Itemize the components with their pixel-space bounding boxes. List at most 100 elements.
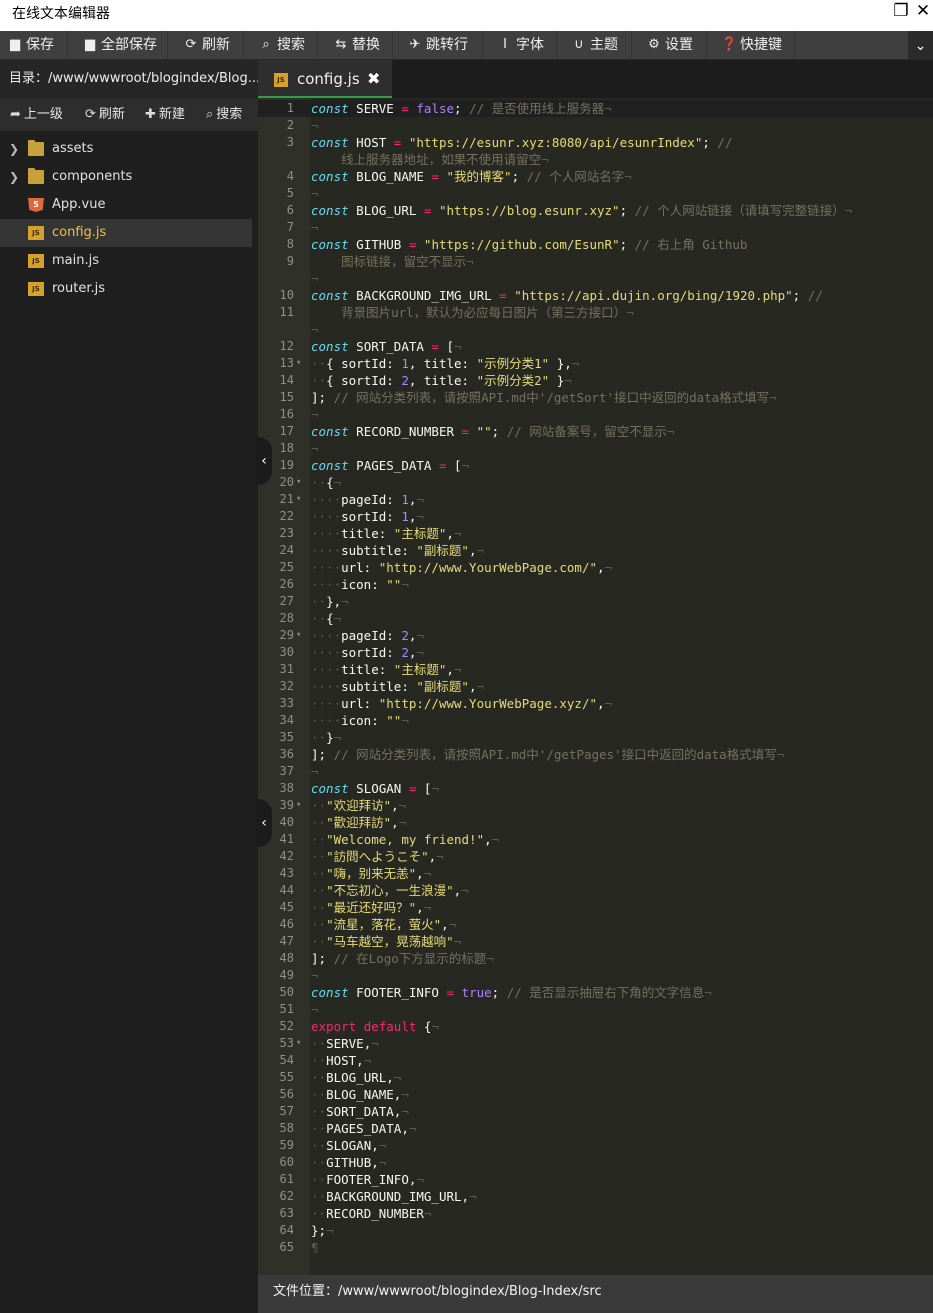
code-line[interactable]: 15]; // 网站分类列表，请按照API.md中'/getSort'接口中返回… [258,389,933,406]
tree-item-assets[interactable]: ❯ assets [0,135,252,163]
close-tab-icon[interactable]: ✖ [367,69,380,88]
code-line[interactable]: 34 ····icon: ""¬ [258,712,933,729]
code-line[interactable]: 23 ····title: "主标题",¬ [258,525,933,542]
code-line[interactable]: 54 ··HOST,¬ [258,1052,933,1069]
chevron-right-icon[interactable]: ❯ [9,163,19,191]
code-line[interactable]: 41 ··"Welcome, my friend!",¬ [258,831,933,848]
code-line[interactable]: 19 const PAGES_DATA = [¬ [258,457,933,474]
collapse-sidebar-handle[interactable]: ‹ [256,437,272,485]
close-icon[interactable]: ✕ [914,2,932,22]
code-line[interactable]: 29 ▾ ····pageId: 2,¬ [258,627,933,644]
code-line[interactable]: 10 const BACKGROUND_IMG_URL = "https://ap… [258,287,933,304]
code-line[interactable]: 26 ····icon: ""¬ [258,576,933,593]
search-button[interactable]: ⌕ 搜索 [244,31,318,59]
code-line[interactable]: 40 ··"歡迎拜訪",¬ [258,814,933,831]
code-line[interactable]: 22 ····sortId: 1,¬ [258,508,933,525]
code-line[interactable]: 39 ▾ ··"欢迎拜访",¬ [258,797,933,814]
code-line[interactable]: 33 ····url: "http://www.YourWebPage.xyz/"… [258,695,933,712]
code-line[interactable]: 56 ··BLOG_NAME,¬ [258,1086,933,1103]
code-line[interactable]: 61 ··FOOTER_INFO,¬ [258,1171,933,1188]
code-line[interactable]: 7 ¬ [258,219,933,236]
code-line[interactable]: 2 ¬ [258,117,933,134]
code-line[interactable]: 31 ····title: "主标题",¬ [258,661,933,678]
code-line[interactable]: 49 ¬ [258,967,933,984]
code-line[interactable]: 6 const BLOG_URL = "https://blog.esunr.xy… [258,202,933,219]
code-line[interactable]: 37 ¬ [258,763,933,780]
tree-item-config-js[interactable]: JS config.js [0,219,252,247]
code-line[interactable]: 46 ··"流星，落花，萤火",¬ [258,916,933,933]
fold-toggle-icon[interactable]: ▾ [296,797,301,814]
code-line[interactable]: 12 const SORT_DATA = [¬ [258,338,933,355]
tree-item-main-js[interactable]: JS main.js [0,247,252,275]
up-level-button[interactable]: ➦ 上一级 [10,98,63,131]
code-line[interactable]: 5 ¬ [258,185,933,202]
code-line[interactable]: 27 ··},¬ [258,593,933,610]
settings-button[interactable]: ⚙ 设置 [632,31,707,59]
fold-toggle-icon[interactable]: ▾ [296,1035,301,1052]
code-line[interactable]: 1 const SERVE = false; // 是否使用线上服务器¬ [258,100,933,117]
code-line[interactable]: 16 ¬ [258,406,933,423]
code-line[interactable]: 53 ▾ ··SERVE,¬ [258,1035,933,1052]
code-line[interactable]: 48]; // 在Logo下方显示的标题¬ [258,950,933,967]
code-line[interactable]: 60 ··GITHUB,¬ [258,1154,933,1171]
code-line[interactable]: 51 ¬ [258,1001,933,1018]
code-line[interactable]: 65 ¶ [258,1239,933,1256]
code-line[interactable]: 线上服务器地址，如果不使用请留空¬ [258,151,933,168]
code-line[interactable]: 57 ··SORT_DATA,¬ [258,1103,933,1120]
code-line[interactable]: 64};¬ [258,1222,933,1239]
code-line[interactable]: 32 ····subtitle: "副标题",¬ [258,678,933,695]
chevron-down-icon[interactable]: ⌄ [908,31,933,60]
refresh-button[interactable]: ⟳ 刷新 [168,31,244,59]
shortcut-button[interactable]: ❓ 快捷键 [707,31,795,59]
code-line[interactable]: 17 const RECORD_NUMBER = ""; // 网站备案号，留空不… [258,423,933,440]
sidebar-refresh-button[interactable]: ⟳ 刷新 [85,98,125,131]
code-line[interactable]: 55 ··BLOG_URL,¬ [258,1069,933,1086]
code-line[interactable]: 21 ▾ ····pageId: 1,¬ [258,491,933,508]
code-line[interactable]: ¬ [258,270,933,287]
code-line[interactable]: 42 ··"訪問へようこそ",¬ [258,848,933,865]
code-line[interactable]: 8 const GITHUB = "https://github.com/Esun… [258,236,933,253]
code-line[interactable]: 58 ··PAGES_DATA,¬ [258,1120,933,1137]
collapse-sidebar-handle-lower[interactable]: ‹ [256,799,272,847]
code-line[interactable]: 30 ····sortId: 2,¬ [258,644,933,661]
jump-line-button[interactable]: ✈ 跳转行 [393,31,483,59]
code-line[interactable]: 11 背景图片url，默认为必应每日图片（第三方接口）¬ [258,304,933,321]
code-line[interactable]: 20 ▾ ··{¬ [258,474,933,491]
save-all-button[interactable]: ▆ 全部保存 [68,31,168,59]
code-line[interactable]: 63 ··RECORD_NUMBER¬ [258,1205,933,1222]
code-editor[interactable]: 1 const SERVE = false; // 是否使用线上服务器¬ 2 ¬ 3 co… [258,98,933,1275]
code-line[interactable]: 35 ··}¬ [258,729,933,746]
code-line[interactable]: 4 const BLOG_NAME = "我的博客"; // 个人网站名字¬ [258,168,933,185]
code-line[interactable]: 25 ····url: "http://www.YourWebPage.com/"… [258,559,933,576]
code-line[interactable]: 47 ··"马车越空，晃荡越响"¬ [258,933,933,950]
new-file-button[interactable]: ✚ 新建 [145,98,185,131]
code-line[interactable]: 52 export default {¬ [258,1018,933,1035]
theme-button[interactable]: ∪ 主题 [557,31,632,59]
code-line[interactable]: 28 ··{¬ [258,610,933,627]
code-line[interactable]: 24 ····subtitle: "副标题",¬ [258,542,933,559]
code-line[interactable]: 59 ··SLOGAN,¬ [258,1137,933,1154]
fold-toggle-icon[interactable]: ▾ [296,491,301,508]
fold-toggle-icon[interactable]: ▾ [296,627,301,644]
fold-toggle-icon[interactable]: ▾ [296,474,301,491]
code-line[interactable]: 38 const SLOGAN = [¬ [258,780,933,797]
fold-toggle-icon[interactable]: ▾ [296,355,301,372]
font-button[interactable]: I 字体 [483,31,557,59]
code-line[interactable]: 50 const FOOTER_INFO = true; // 是否显示抽屉右下角… [258,984,933,1001]
chevron-right-icon[interactable]: ❯ [9,135,19,163]
code-line[interactable]: 43 ··"嗨，别来无恙",¬ [258,865,933,882]
code-line[interactable]: 36]; // 网站分类列表，请按照API.md中'/getPages'接口中返… [258,746,933,763]
tree-item-components[interactable]: ❯ components [0,163,252,191]
sidebar-search-button[interactable]: ⌕ 搜索 [206,98,242,131]
replace-button[interactable]: ⇆ 替换 [318,31,393,59]
code-line[interactable]: ¬ [258,321,933,338]
save-button[interactable]: ▆ 保存 [0,31,68,59]
restore-icon[interactable]: ❐ [892,2,910,22]
code-line[interactable]: 45 ··"最近还好吗？",¬ [258,899,933,916]
code-line[interactable]: 13 ▾ ··{ sortId: 1, title: "示例分类1" },¬ [258,355,933,372]
code-line[interactable]: 18 ¬ [258,440,933,457]
tree-item-app-vue[interactable]: 5 App.vue [0,191,252,219]
code-line[interactable]: 14 ··{ sortId: 2, title: "示例分类2" }¬ [258,372,933,389]
tab-config-js[interactable]: JS config.js ✖ [258,60,392,98]
code-area[interactable]: 1 const SERVE = false; // 是否使用线上服务器¬ 2 ¬ 3 co… [258,100,933,1256]
